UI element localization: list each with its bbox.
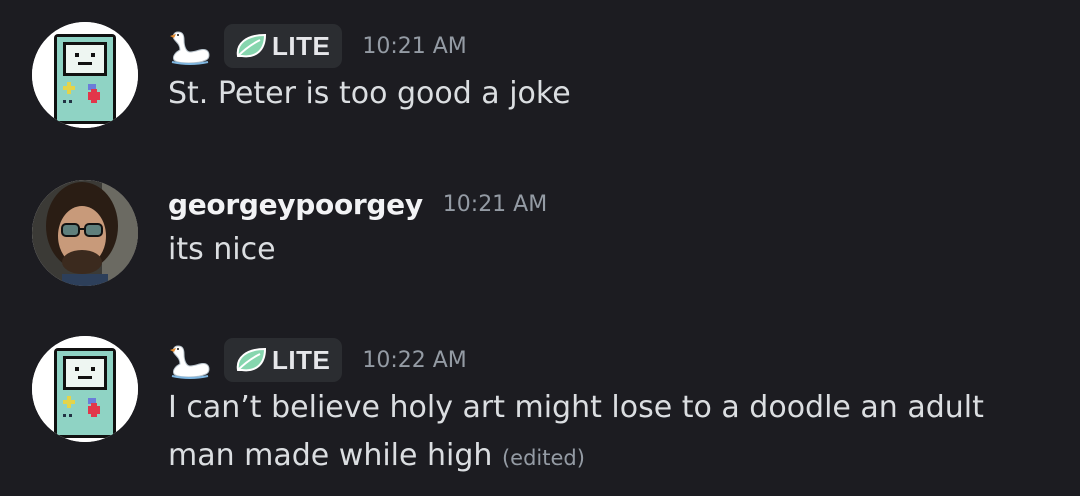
badge-label: LITE — [272, 30, 331, 61]
message-text: I can’t believe holy art might lose to a… — [168, 384, 1058, 482]
avatar[interactable] — [32, 180, 138, 286]
handheld-console-icon — [32, 336, 138, 442]
leaf-icon — [236, 33, 267, 58]
lite-badge[interactable]: LITE — [224, 338, 343, 382]
message-text: St. Peter is too good a joke — [168, 70, 1058, 118]
message-body: St. Peter is too good a joke — [168, 76, 571, 111]
message-header: LITE 10:22 AM — [168, 338, 467, 382]
handheld-console-icon — [32, 22, 138, 128]
swan-icon — [170, 345, 210, 379]
lite-badge[interactable]: LITE — [224, 24, 343, 68]
avatar[interactable] — [32, 336, 138, 442]
username[interactable]: georgeypoorgey — [168, 188, 423, 221]
message-header: LITE 10:21 AM — [168, 24, 467, 68]
timestamp[interactable]: 10:22 AM — [362, 348, 466, 373]
message-text: its nice — [168, 226, 1058, 274]
badge-label: LITE — [272, 344, 331, 375]
edited-label: (edited) — [501, 446, 585, 470]
timestamp[interactable]: 10:21 AM — [362, 34, 466, 59]
message-body: its nice — [168, 232, 276, 267]
profile-photo-icon — [32, 180, 138, 286]
message-header: georgeypoorgey 10:21 AM — [168, 182, 547, 226]
avatar[interactable] — [32, 22, 138, 128]
swan-icon — [170, 31, 210, 65]
timestamp[interactable]: 10:21 AM — [443, 192, 547, 217]
leaf-icon — [236, 347, 267, 372]
